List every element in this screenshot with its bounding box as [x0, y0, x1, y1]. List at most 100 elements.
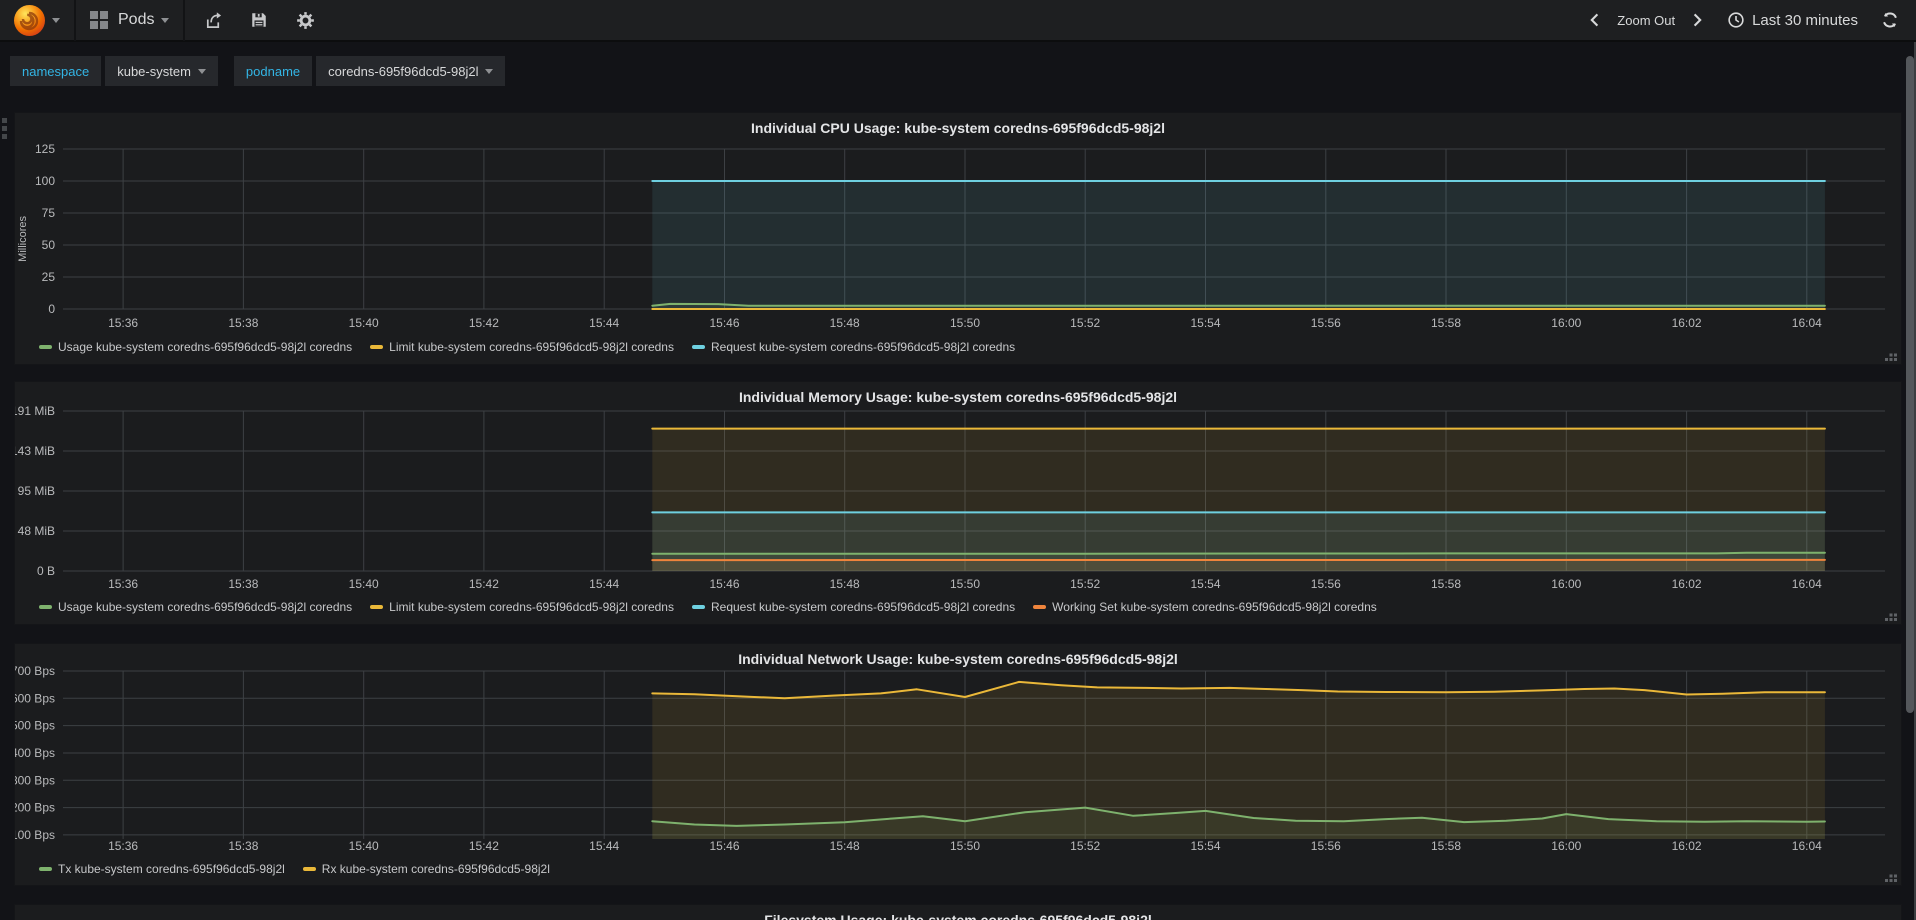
svg-text:15:46: 15:46 — [709, 577, 739, 591]
time-shift-left-button[interactable] — [1585, 10, 1605, 30]
svg-text:16:00: 16:00 — [1551, 577, 1581, 591]
save-button[interactable] — [249, 10, 269, 30]
scrollbar-thumb[interactable] — [1906, 56, 1914, 713]
time-range-label: Last 30 minutes — [1752, 11, 1858, 29]
svg-text:0: 0 — [48, 302, 55, 316]
svg-text:16:02: 16:02 — [1672, 839, 1702, 853]
top-navbar: Pods Zoom Out Last 30 minutes — [0, 0, 1916, 42]
chart-canvas[interactable]: 100 Bps 200 Bps 300 Bps 400 Bps 500 Bps 600 B… — [15, 644, 1901, 885]
svg-text:15:42: 15:42 — [469, 577, 499, 591]
legend-item[interactable]: Request kube-system coredns-695f96dcd5-9… — [691, 340, 1016, 354]
legend-item[interactable]: Working Set kube-system coredns-695f96dc… — [1033, 600, 1377, 614]
legend-series-label: Request kube-system coredns-695f96dcd5-9… — [710, 340, 1016, 354]
variable-select-namespace[interactable]: kube-system — [105, 56, 218, 86]
svg-text:95 MiB: 95 MiB — [18, 484, 55, 498]
svg-text:100 Bps: 100 Bps — [15, 828, 55, 842]
variable-label-namespace: namespace — [10, 56, 102, 86]
svg-text:75: 75 — [42, 206, 56, 220]
panel-filesystem-usage: Filesystem Usage: kube-system coredns-69… — [14, 904, 1902, 920]
svg-text:15:56: 15:56 — [1311, 839, 1341, 853]
refresh-button[interactable] — [1880, 10, 1900, 30]
svg-text:15:54: 15:54 — [1190, 839, 1220, 853]
svg-text:16:02: 16:02 — [1672, 316, 1702, 330]
svg-text:50: 50 — [42, 238, 56, 252]
svg-text:15:50: 15:50 — [950, 839, 980, 853]
svg-text:15:38: 15:38 — [228, 316, 258, 330]
panel-memory-usage: Individual Memory Usage: kube-system cor… — [14, 381, 1902, 625]
svg-text:15:58: 15:58 — [1431, 839, 1461, 853]
legend-series-color — [39, 605, 52, 609]
settings-gear-icon[interactable] — [295, 10, 315, 30]
legend-series-color — [370, 605, 384, 609]
chart-legend: Usage kube-system coredns-695f96dcd5-98j… — [39, 340, 1015, 354]
svg-text:500 Bps: 500 Bps — [15, 719, 55, 733]
variable-value: coredns-695f96dcd5-98j2l — [328, 63, 479, 79]
svg-text:15:58: 15:58 — [1431, 316, 1461, 330]
svg-text:400 Bps: 400 Bps — [15, 746, 55, 760]
chart-canvas[interactable]: 0 B 48 MiB 95 MiB 143 MiB 191 MiB 15:36 15:38 1… — [15, 382, 1901, 624]
panel-resize-handle[interactable] — [1894, 870, 1897, 873]
share-button[interactable] — [203, 10, 223, 30]
svg-text:48 MiB: 48 MiB — [18, 524, 55, 538]
svg-text:15:36: 15:36 — [108, 316, 138, 330]
svg-text:16:04: 16:04 — [1792, 577, 1822, 591]
svg-text:16:00: 16:00 — [1551, 316, 1581, 330]
panel-resize-handle[interactable] — [1894, 349, 1897, 352]
zoom-out-button[interactable]: Zoom Out — [1617, 13, 1675, 28]
svg-text:15:48: 15:48 — [830, 839, 860, 853]
svg-text:300 Bps: 300 Bps — [15, 773, 55, 787]
legend-series-label: Rx kube-system coredns-695f96dcd5-98j2l — [321, 862, 550, 876]
svg-text:700 Bps: 700 Bps — [15, 664, 55, 678]
svg-text:0 B: 0 B — [37, 564, 55, 578]
svg-text:15:46: 15:46 — [709, 316, 739, 330]
legend-item[interactable]: Tx kube-system coredns-695f96dcd5-98j2l — [39, 862, 285, 876]
grafana-logo-icon — [14, 4, 45, 36]
svg-text:15:56: 15:56 — [1311, 316, 1341, 330]
svg-text:125: 125 — [35, 142, 55, 156]
svg-text:15:56: 15:56 — [1311, 577, 1341, 591]
dashboard-grid-icon — [90, 11, 108, 29]
legend-series-label: Request kube-system coredns-695f96dcd5-9… — [710, 600, 1016, 614]
legend-series-color — [39, 867, 52, 871]
time-controls: Zoom Out Last 30 minutes — [1585, 10, 1916, 30]
chart-canvas[interactable]: 0 25 50 75 100 125 15:36 15:38 15:40 15:42 15:44 15… — [15, 113, 1901, 364]
chart-legend: Usage kube-system coredns-695f96dcd5-98j… — [39, 600, 1377, 614]
svg-text:15:40: 15:40 — [349, 316, 379, 330]
svg-text:15:54: 15:54 — [1190, 577, 1220, 591]
svg-text:15:36: 15:36 — [108, 839, 138, 853]
legend-series-label: Usage kube-system coredns-695f96dcd5-98j… — [58, 340, 353, 354]
svg-text:15:44: 15:44 — [589, 577, 619, 591]
legend-item[interactable]: Rx kube-system coredns-695f96dcd5-98j2l — [302, 862, 550, 876]
legend-series-label: Usage kube-system coredns-695f96dcd5-98j… — [58, 600, 353, 614]
grafana-menu[interactable] — [0, 0, 76, 41]
svg-text:15:52: 15:52 — [1070, 839, 1100, 853]
svg-text:15:52: 15:52 — [1070, 577, 1100, 591]
svg-text:191 MiB: 191 MiB — [15, 404, 55, 418]
svg-text:600 Bps: 600 Bps — [15, 691, 55, 705]
dashboard-picker[interactable]: Pods — [76, 0, 186, 41]
svg-text:15:48: 15:48 — [830, 577, 860, 591]
legend-series-color — [302, 867, 316, 871]
panel-network-usage: Individual Network Usage: kube-system co… — [14, 643, 1902, 886]
legend-item[interactable]: Usage kube-system coredns-695f96dcd5-98j… — [39, 600, 352, 614]
panel-title[interactable]: Filesystem Usage: kube-system coredns-69… — [15, 912, 1901, 920]
legend-item[interactable]: Usage kube-system coredns-695f96dcd5-98j… — [39, 340, 352, 354]
legend-series-label: Tx kube-system coredns-695f96dcd5-98j2l — [58, 862, 285, 876]
svg-text:143 MiB: 143 MiB — [15, 444, 55, 458]
row-drag-handle[interactable] — [2, 118, 7, 123]
clock-icon — [1728, 12, 1744, 28]
legend-item[interactable]: Limit kube-system coredns-695f96dcd5-98j… — [370, 600, 674, 614]
chart-legend: Tx kube-system coredns-695f96dcd5-98j2l R… — [39, 862, 550, 876]
template-variables: namespace kube-system podname coredns-69… — [10, 56, 517, 86]
panel-resize-handle[interactable] — [1894, 609, 1897, 612]
legend-series-color — [370, 345, 384, 349]
time-range-picker[interactable]: Last 30 minutes — [1727, 11, 1858, 29]
legend-item[interactable]: Limit kube-system coredns-695f96dcd5-98j… — [370, 340, 674, 354]
legend-series-label: Limit kube-system coredns-695f96dcd5-98j… — [389, 600, 674, 614]
legend-series-color — [691, 345, 705, 349]
svg-text:15:52: 15:52 — [1070, 316, 1100, 330]
legend-item[interactable]: Request kube-system coredns-695f96dcd5-9… — [691, 600, 1016, 614]
time-shift-right-button[interactable] — [1687, 10, 1707, 30]
variable-select-podname[interactable]: coredns-695f96dcd5-98j2l — [316, 56, 506, 86]
svg-text:15:50: 15:50 — [950, 577, 980, 591]
